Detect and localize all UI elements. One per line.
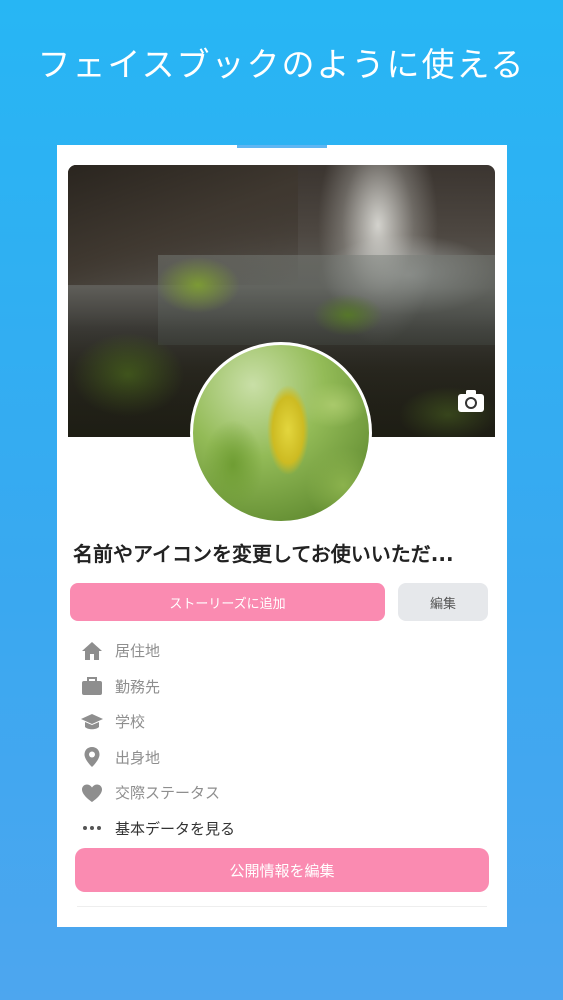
home-icon xyxy=(79,638,105,664)
location-pin-icon xyxy=(79,744,105,770)
divider xyxy=(77,906,487,907)
headline: フェイスブックのように使える xyxy=(37,45,526,84)
info-row-school[interactable]: 学校 xyxy=(79,704,479,740)
more-dots-icon xyxy=(79,815,105,841)
info-row-hometown[interactable]: 出身地 xyxy=(79,740,479,776)
info-row-residence[interactable]: 居住地 xyxy=(79,633,479,669)
edit-public-info-button[interactable]: 公開情報を編集 xyxy=(75,848,489,892)
add-story-button[interactable]: ストーリーズに追加 xyxy=(70,583,385,621)
briefcase-icon xyxy=(79,673,105,699)
info-label: 勤務先 xyxy=(115,677,161,696)
edit-profile-button[interactable]: 編集 xyxy=(398,583,488,621)
info-label: 基本データを見る xyxy=(115,819,236,838)
info-label: 居住地 xyxy=(115,642,161,661)
info-label: 学校 xyxy=(115,713,146,732)
profile-card: 名前やアイコンを変更してお使いいただ... ストーリーズに追加 編集 居住地 勤… xyxy=(57,145,507,927)
avatar[interactable] xyxy=(190,342,372,524)
info-row-workplace[interactable]: 勤務先 xyxy=(79,669,479,705)
info-row-relationship[interactable]: 交際ステータス xyxy=(79,775,479,811)
profile-info-list: 居住地 勤務先 学校 出身地 交際ステータス 基本データを見る xyxy=(79,633,479,846)
card-top-indicator xyxy=(237,145,327,148)
heart-icon xyxy=(79,780,105,806)
graduation-cap-icon xyxy=(79,709,105,735)
profile-name: 名前やアイコンを変更してお使いいただ... xyxy=(73,542,454,566)
info-label: 交際ステータス xyxy=(115,784,221,803)
info-row-see-more[interactable]: 基本データを見る xyxy=(79,811,479,847)
info-label: 出身地 xyxy=(115,748,161,767)
camera-icon[interactable] xyxy=(456,388,486,414)
